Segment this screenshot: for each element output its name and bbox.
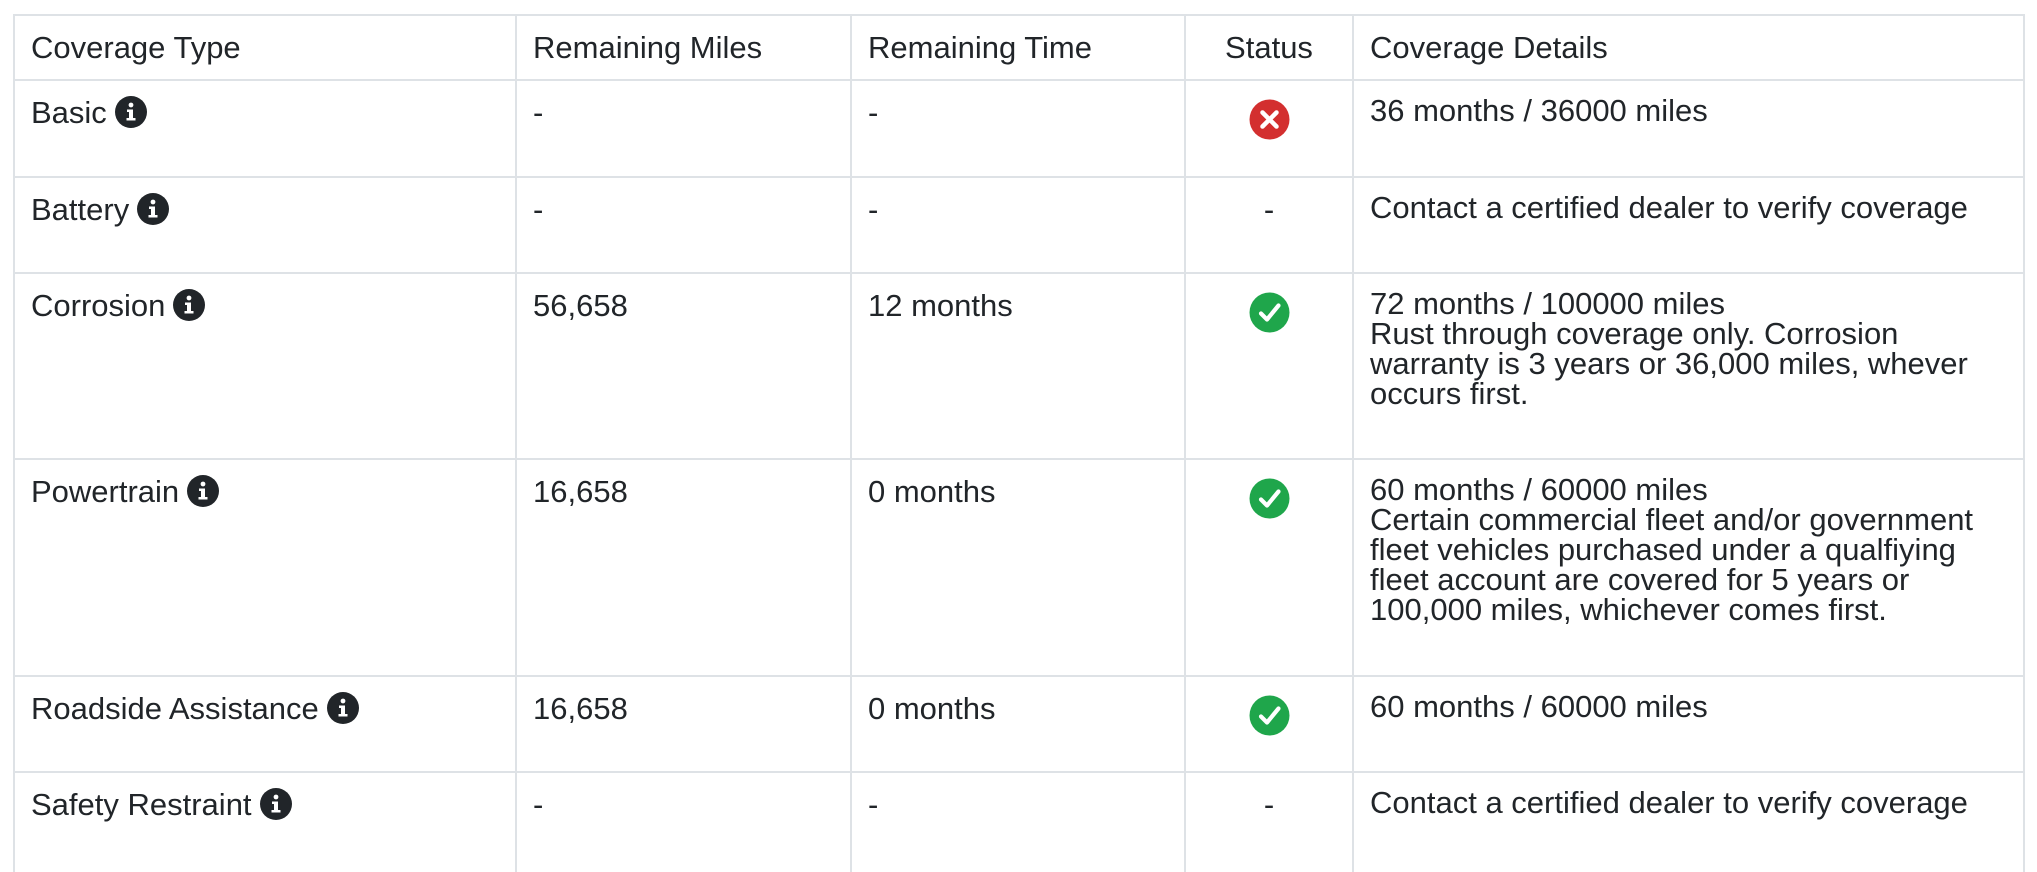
- remaining-time-cell: 12 months: [850, 272, 1186, 460]
- coverage-details-term: 72 months / 100000 miles: [1370, 286, 1725, 321]
- status-cell: -: [1184, 771, 1354, 872]
- coverage-details-cell: Contact a certified dealer to verify cov…: [1352, 771, 2025, 872]
- table-header-row: Coverage Type Remaining Miles Remaining …: [13, 14, 2025, 81]
- coverage-type-label: Safety Restraint: [31, 787, 252, 822]
- check-circle-icon: [1249, 292, 1290, 333]
- status-cell: [1184, 675, 1354, 773]
- table-row: Battery - - - Contact a certified dealer…: [13, 176, 2025, 274]
- header-status: Status: [1184, 14, 1354, 81]
- coverage-type-cell: Corrosion: [13, 272, 517, 460]
- coverage-type-cell: Safety Restraint: [13, 771, 517, 872]
- remaining-time-cell: -: [850, 176, 1186, 274]
- status-cell: [1184, 272, 1354, 460]
- header-coverage-details: Coverage Details: [1352, 14, 2025, 81]
- status-cell: [1184, 458, 1354, 677]
- coverage-type-cell: Battery: [13, 176, 517, 274]
- coverage-type-cell: Basic: [13, 79, 517, 178]
- coverage-type-label: Basic: [31, 95, 107, 130]
- coverage-details-cell: Contact a certified dealer to verify cov…: [1352, 176, 2025, 274]
- coverage-type-label: Battery: [31, 192, 130, 227]
- status-cell: -: [1184, 176, 1354, 274]
- x-circle-icon: [1249, 99, 1290, 140]
- coverage-details-term: 60 months / 60000 miles: [1370, 689, 1708, 724]
- check-circle-icon: [1249, 478, 1290, 519]
- info-icon[interactable]: [114, 96, 147, 128]
- coverage-details-note: Certain commercial fleet and/or governme…: [1370, 502, 1974, 627]
- remaining-miles-cell: 56,658: [515, 272, 852, 460]
- info-icon[interactable]: [259, 788, 292, 820]
- coverage-details-cell: 72 months / 100000 miles Rust through co…: [1352, 272, 2025, 460]
- remaining-miles-cell: -: [515, 771, 852, 872]
- remaining-time-cell: -: [850, 79, 1186, 178]
- coverage-type-label: Corrosion: [31, 288, 166, 323]
- coverage-type-cell: Powertrain: [13, 458, 517, 677]
- coverage-type-label: Roadside Assistance: [31, 691, 319, 726]
- info-icon[interactable]: [137, 193, 170, 225]
- remaining-miles-cell: -: [515, 176, 852, 274]
- coverage-details-term: 36 months / 36000 miles: [1370, 93, 1708, 128]
- remaining-time-cell: 0 months: [850, 675, 1186, 773]
- coverage-details-cell: 60 months / 60000 miles: [1352, 675, 2025, 773]
- coverage-type-label: Powertrain: [31, 474, 180, 509]
- remaining-miles-cell: 16,658: [515, 458, 852, 677]
- coverage-details-term: 60 months / 60000 miles: [1370, 472, 1708, 507]
- remaining-time-cell: 0 months: [850, 458, 1186, 677]
- coverage-table: Coverage Type Remaining Miles Remaining …: [13, 14, 2025, 872]
- coverage-details-term: Contact a certified dealer to verify cov…: [1370, 190, 1968, 225]
- coverage-type-cell: Roadside Assistance: [13, 675, 517, 773]
- header-remaining-miles: Remaining Miles: [515, 14, 852, 81]
- coverage-details-term: Contact a certified dealer to verify cov…: [1370, 785, 1968, 820]
- remaining-time-cell: -: [850, 771, 1186, 872]
- table-row: Safety Restraint - - - Contact a certifi…: [13, 771, 2025, 872]
- coverage-details-cell: 60 months / 60000 miles Certain commerci…: [1352, 458, 2025, 677]
- remaining-miles-cell: 16,658: [515, 675, 852, 773]
- remaining-miles-cell: -: [515, 79, 852, 178]
- table-row: Corrosion 56,658 12 months 72 months / 1…: [13, 272, 2025, 460]
- header-coverage-type: Coverage Type: [13, 14, 517, 81]
- info-icon[interactable]: [173, 289, 206, 321]
- table-row: Basic - - 36 months / 36000 miles: [13, 79, 2025, 178]
- status-cell: [1184, 79, 1354, 178]
- header-remaining-time: Remaining Time: [850, 14, 1186, 81]
- coverage-details-note: Rust through coverage only. Corrosion wa…: [1370, 316, 1968, 411]
- table-row: Roadside Assistance 16,658 0 months 60 m…: [13, 675, 2025, 773]
- check-circle-icon: [1249, 695, 1290, 736]
- coverage-details-cell: 36 months / 36000 miles: [1352, 79, 2025, 178]
- info-icon[interactable]: [187, 475, 220, 507]
- table-row: Powertrain 16,658 0 months 60 months / 6…: [13, 458, 2025, 677]
- info-icon[interactable]: [326, 692, 359, 724]
